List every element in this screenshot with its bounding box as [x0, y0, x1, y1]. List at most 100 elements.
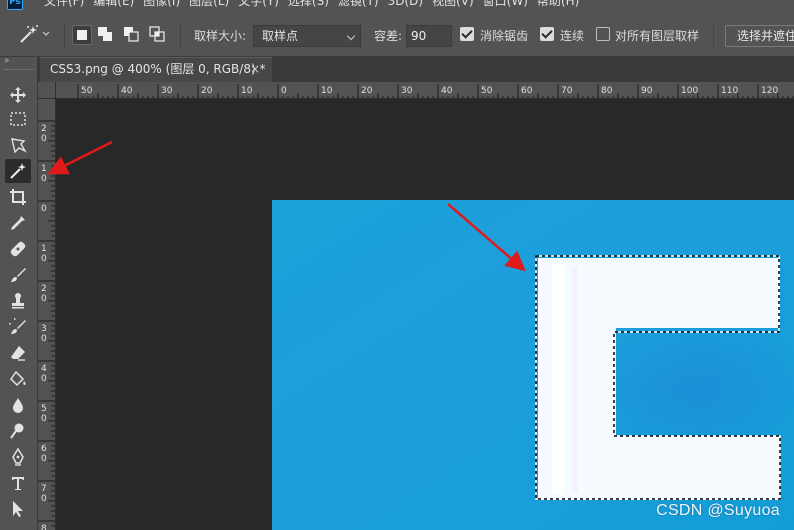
ruler-label: 1	[41, 244, 47, 254]
pen-icon	[12, 448, 24, 466]
ruler-label: 30	[161, 86, 173, 96]
horizontal-ruler-ticks: 50 40 30 20 10 0 10 20 30 40 50 60 70 80 90 100 110 120	[77, 84, 794, 98]
marquee-icon	[10, 112, 26, 126]
toolbox-grip[interactable]	[4, 69, 34, 71]
close-icon[interactable]: ×	[250, 58, 260, 81]
ruler-label: 0	[41, 414, 47, 424]
menu-file[interactable]: 文件(F)	[44, 0, 84, 9]
type-icon	[12, 477, 24, 490]
crop-icon	[10, 189, 26, 205]
divider	[713, 23, 714, 47]
annotation-arrows	[56, 99, 794, 530]
ruler-label: 7	[41, 484, 47, 494]
move-tool[interactable]	[5, 83, 31, 107]
brush-icon	[11, 268, 26, 282]
menu-help[interactable]: 帮助(H)	[537, 0, 579, 9]
horizontal-ruler[interactable]: 50 40 30 20 10 0 10 20 30 40 50 60 70 80 90 100 110 120	[56, 82, 794, 99]
paint-bucket-icon	[10, 370, 26, 387]
contiguous-checkbox[interactable]	[540, 27, 554, 41]
ruler-label: 40	[121, 86, 133, 96]
ruler-label: 70	[561, 86, 573, 96]
select-and-mask-button[interactable]: 选择并遮住...	[725, 25, 794, 47]
path-selection-tool[interactable]	[5, 497, 31, 521]
clone-stamp-icon	[12, 293, 24, 309]
menu-type[interactable]: 文字(Y)	[238, 0, 279, 9]
sample-size-value: 取样点	[262, 29, 299, 43]
paint-bucket-tool[interactable]	[5, 367, 31, 391]
magic-wand-icon	[20, 25, 38, 43]
menu-image[interactable]: 图像(I)	[143, 0, 180, 9]
collapse-toolbox-icon[interactable]: »	[4, 57, 34, 67]
menu-window[interactable]: 窗口(W)	[483, 0, 528, 9]
ruler-label: 20	[201, 86, 213, 96]
add-selection-icon	[98, 27, 112, 41]
document-tab-bar: CSS3.png @ 400% (图层 0, RGB/8) * ×	[38, 57, 794, 82]
menu-3d[interactable]: 3D(D)	[388, 0, 423, 9]
ruler-label: 10	[241, 86, 253, 96]
ruler-label: 120	[761, 86, 778, 96]
divider	[180, 23, 181, 47]
tolerance-input[interactable]: 90	[406, 25, 452, 47]
ruler-label: 0	[281, 86, 287, 96]
menu-filter[interactable]: 滤镜(T)	[338, 0, 379, 9]
ruler-label: 0	[41, 294, 47, 304]
pen-tool[interactable]	[5, 445, 31, 469]
sample-all-layers-label: 对所有图层取样	[615, 29, 700, 43]
history-brush-tool[interactable]	[5, 315, 31, 339]
eraser-tool[interactable]	[5, 341, 31, 365]
ruler-label: 10	[321, 86, 333, 96]
intersect-selection-button[interactable]	[148, 25, 168, 45]
ruler-label: 0	[41, 374, 47, 384]
menu-items: 文件(F) 编辑(E) 图像(I) 图层(L) 文字(Y) 选择(S) 滤镜(T…	[44, 0, 588, 9]
vertical-ruler[interactable]: 201001020304050607080	[38, 99, 56, 530]
sample-all-layers-checkbox[interactable]	[596, 27, 610, 41]
document-tab[interactable]: CSS3.png @ 400% (图层 0, RGB/8) * ×	[40, 57, 272, 82]
healing-brush-tool[interactable]	[5, 237, 31, 261]
toolbox: »	[0, 57, 38, 530]
magic-wand-tool[interactable]	[5, 159, 31, 183]
blur-tool[interactable]	[5, 393, 31, 417]
ruler-label: 20	[361, 86, 373, 96]
chevron-down-icon	[42, 31, 50, 36]
new-selection-button[interactable]	[72, 25, 92, 45]
sample-size-select[interactable]: 取样点	[253, 25, 361, 47]
ruler-label: 0	[41, 134, 47, 144]
ruler-label: 30	[401, 86, 413, 96]
brush-tool[interactable]	[5, 263, 31, 287]
subtract-selection-icon	[124, 27, 139, 42]
eraser-icon	[11, 346, 25, 361]
ruler-label: 0	[41, 174, 47, 184]
subtract-from-selection-button[interactable]	[122, 25, 142, 45]
magic-wand-icon	[10, 163, 26, 179]
type-tool[interactable]	[5, 471, 31, 495]
menu-layer[interactable]: 图层(L)	[189, 0, 229, 9]
chevron-down-icon	[346, 31, 356, 41]
eyedropper-tool[interactable]	[5, 211, 31, 235]
ruler-label: 8	[41, 524, 47, 530]
document-canvas[interactable]: CSDN @Suyuoa	[56, 99, 794, 530]
tool-preset-picker[interactable]	[18, 23, 58, 45]
move-icon	[10, 87, 26, 103]
tolerance-label: 容差:	[374, 29, 403, 43]
ruler-label: 0	[41, 454, 47, 464]
new-selection-icon	[77, 30, 87, 40]
lasso-tool[interactable]	[5, 133, 31, 157]
add-to-selection-button[interactable]	[96, 25, 116, 45]
menu-bar: Ps 文件(F) 编辑(E) 图像(I) 图层(L) 文字(Y) 选择(S) 滤…	[0, 0, 794, 11]
lasso-icon	[11, 138, 27, 154]
dodge-tool[interactable]	[5, 419, 31, 443]
ruler-origin[interactable]	[38, 82, 56, 99]
ruler-label: 90	[641, 86, 653, 96]
crop-tool[interactable]	[5, 185, 31, 209]
menu-view[interactable]: 视图(V)	[432, 0, 474, 9]
anti-alias-checkbox[interactable]	[460, 27, 474, 41]
anti-alias-label: 消除锯齿	[480, 29, 529, 43]
menu-select[interactable]: 选择(S)	[288, 0, 329, 9]
sample-size-label: 取样大小:	[194, 29, 247, 43]
menu-edit[interactable]: 编辑(E)	[93, 0, 134, 9]
clone-stamp-tool[interactable]	[5, 289, 31, 313]
history-brush-icon	[9, 318, 26, 334]
healing-brush-icon	[10, 241, 26, 257]
ruler-label: 0	[41, 204, 47, 214]
marquee-tool[interactable]	[5, 107, 31, 131]
